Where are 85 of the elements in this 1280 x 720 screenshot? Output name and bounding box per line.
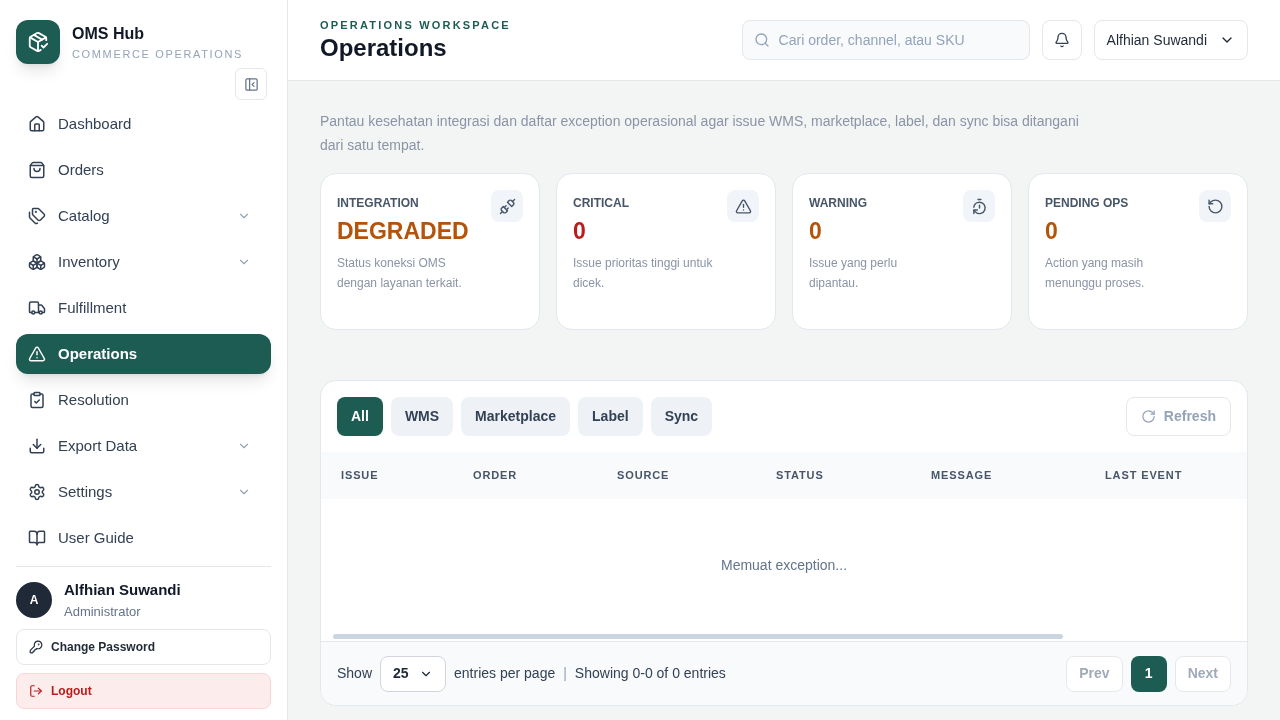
unplug-icon — [491, 190, 523, 222]
filter-tab[interactable]: Label — [578, 397, 643, 436]
stat-description: Action yang masih menunggu proses. — [1045, 254, 1146, 292]
timer-icon — [963, 190, 995, 222]
nav-item[interactable]: Inventory — [16, 242, 271, 282]
book-icon — [28, 529, 46, 547]
pagination-button[interactable]: 1 — [1130, 655, 1167, 692]
search-icon — [753, 32, 770, 48]
rotate-icon — [1199, 190, 1231, 222]
stat-value: 0 — [573, 217, 587, 246]
nav-label: Orders — [58, 159, 105, 180]
column-header: ISSUE — [341, 468, 380, 484]
stat-label: INTEGRATION — [337, 195, 419, 212]
nav-item[interactable]: Catalog — [16, 196, 271, 236]
entries-summary: Showing 0-0 of 0 entries — [574, 664, 726, 683]
filter-tab[interactable]: Sync — [650, 397, 713, 436]
nav-label: Fulfillment — [58, 297, 128, 318]
nav-label: Export Data — [58, 435, 139, 456]
nav-label: Catalog — [58, 205, 111, 226]
nav-label: Settings — [58, 481, 114, 502]
tags-icon — [28, 207, 46, 225]
filter-tab[interactable]: Marketplace — [461, 397, 571, 436]
notification-button[interactable] — [1041, 20, 1082, 60]
user-role: Administrator — [64, 602, 142, 621]
stat-value: DEGRADED — [337, 217, 470, 246]
nav-item[interactable]: Orders — [16, 150, 271, 190]
stat-description: Status koneksi OMS dengan layanan terkait. — [337, 254, 463, 292]
clipboard-check-icon — [28, 391, 46, 409]
loading-message: Memuat exception... — [720, 555, 848, 575]
warning-icon — [727, 190, 759, 222]
brand-name: OMS Hub — [72, 23, 145, 44]
nav-label: Operations — [58, 343, 139, 364]
change-password-button[interactable]: Change Password — [16, 629, 271, 665]
nav-item[interactable]: Operations — [16, 334, 271, 374]
column-header: STATUS — [776, 468, 825, 484]
page-title: Operations — [320, 33, 448, 64]
page-eyebrow: OPERATIONS WORKSPACE — [320, 17, 512, 33]
search-field[interactable]: Cari order, channel, atau SKU — [741, 20, 1030, 60]
stat-label: CRITICAL — [573, 195, 629, 212]
stat-value: 0 — [1045, 217, 1059, 246]
boxes-icon — [28, 253, 46, 271]
warning-icon — [28, 345, 46, 363]
nav-label: User Guide — [58, 527, 135, 548]
page-size-select[interactable]: 25 — [380, 655, 447, 692]
stat-label: WARNING — [809, 195, 867, 212]
user-menu-button[interactable]: Alfhian Suwandi — [1093, 20, 1248, 60]
settings-icon — [28, 483, 46, 501]
key-icon — [29, 640, 43, 654]
nav-item[interactable]: Settings — [16, 472, 271, 512]
download-icon — [28, 437, 46, 455]
brand-subtitle: COMMERCE OPERATIONS — [72, 46, 244, 62]
avatar: A — [16, 582, 52, 618]
column-header: ORDER — [473, 468, 519, 484]
show-label: Show — [337, 664, 373, 683]
stat-description: Issue prioritas tinggi untuk dicek. — [573, 254, 713, 292]
logo-icon — [16, 20, 60, 64]
collapse-sidebar-button[interactable] — [235, 68, 267, 100]
column-header: SOURCE — [617, 468, 671, 484]
sidebar-panel-icon — [243, 76, 259, 92]
column-header: LAST EVENT — [1105, 468, 1184, 484]
stat-description: Issue yang perlu dipantau. — [809, 254, 899, 292]
logout-button[interactable]: Logout — [16, 673, 271, 709]
column-header: MESSAGE — [931, 468, 994, 484]
stat-value: 0 — [809, 217, 823, 246]
nav-item[interactable]: Fulfillment — [16, 288, 271, 328]
nav-label: Inventory — [58, 251, 121, 272]
truck-icon — [28, 299, 46, 317]
separator: | — [563, 664, 567, 683]
bell-icon — [1053, 32, 1070, 48]
nav-item[interactable]: Export Data — [16, 426, 271, 466]
nav-item[interactable]: Dashboard — [16, 104, 271, 144]
per-page-label: entries per page — [454, 664, 556, 683]
user-name: Alfhian Suwandi — [64, 580, 181, 600]
home-icon — [28, 115, 46, 133]
nav-label: Dashboard — [58, 113, 133, 134]
bag-icon — [28, 161, 46, 179]
refresh-icon — [1140, 409, 1156, 424]
filter-tab[interactable]: All — [337, 397, 383, 436]
nav-item[interactable]: Resolution — [16, 380, 271, 420]
stat-label: PENDING OPS — [1045, 195, 1129, 212]
nav-label: Resolution — [58, 389, 130, 410]
logout-icon — [29, 684, 43, 698]
intro-text: Pantau kesehatan integrasi dan daftar exception operasional agar issue WMS, marketplace, label, dan sync bisa ditangani dari satu tempat. — [320, 112, 1080, 155]
nav-item[interactable]: User Guide — [16, 518, 271, 558]
filter-tab[interactable]: WMS — [390, 397, 454, 436]
